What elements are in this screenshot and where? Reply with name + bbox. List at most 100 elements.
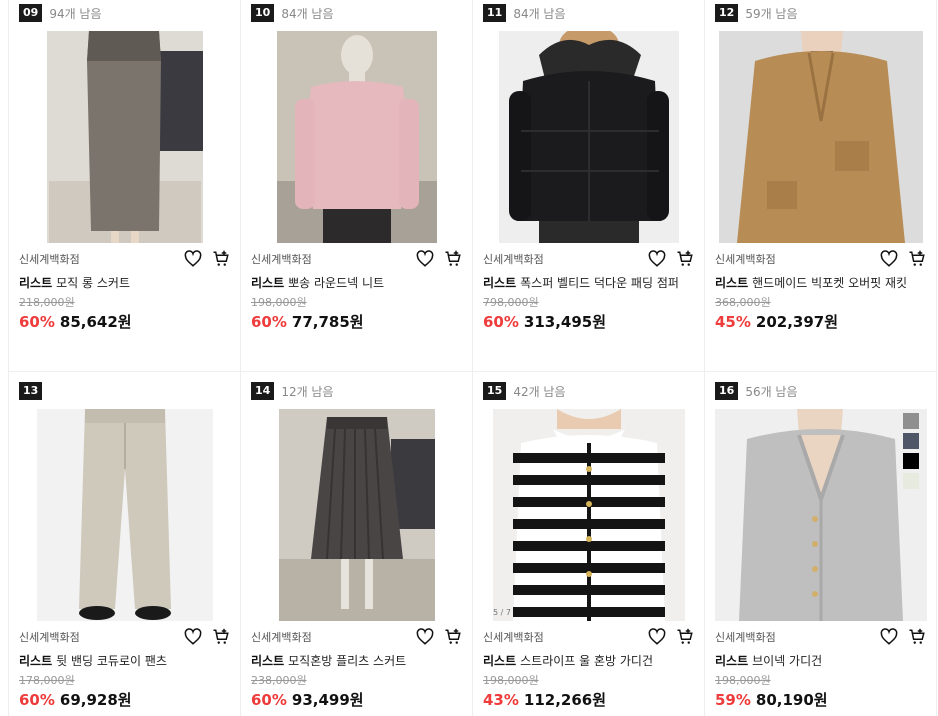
- price-line: 60% 85,642원: [19, 311, 230, 332]
- rank-badge: 12: [715, 4, 739, 22]
- stock-left: 42개 남음: [513, 384, 566, 399]
- product-title[interactable]: 리스트 핸드메이드 빅포켓 오버핏 재킷: [715, 275, 926, 291]
- cart-icon[interactable]: [908, 250, 926, 268]
- heart-icon[interactable]: [416, 628, 434, 646]
- product-grid: 09 94개 남음 신세계백화점 리스트 모직 롱 스커트 218,000원 6…: [8, 0, 938, 716]
- heart-icon[interactable]: [184, 628, 202, 646]
- store-name: 신세계백화점: [19, 631, 80, 644]
- color-swatch-ivory[interactable]: [903, 473, 919, 489]
- discount-rate: 60%: [483, 313, 519, 331]
- cart-icon[interactable]: [444, 250, 462, 268]
- product-name: 핸드메이드 빅포켓 오버핏 재킷: [752, 276, 908, 290]
- original-price: 218,000원: [19, 296, 75, 309]
- cart-icon[interactable]: [212, 628, 230, 646]
- discount-rate: 60%: [19, 313, 55, 331]
- rank-line: 16 56개 남음: [715, 379, 926, 403]
- brand-name: 리스트: [251, 654, 285, 668]
- stock-left: 84개 남음: [281, 6, 334, 21]
- rank-badge: 15: [483, 382, 507, 400]
- discount-rate: 43%: [483, 691, 519, 709]
- heart-icon[interactable]: [416, 250, 434, 268]
- rank-line: 15 42개 남음: [483, 379, 694, 403]
- original-price: 368,000원: [715, 296, 771, 309]
- product-name: 뒷 밴딩 코듀로이 팬츠: [56, 654, 167, 668]
- brand-name: 리스트: [483, 276, 517, 290]
- rank-line: 09 94개 남음: [19, 1, 230, 25]
- product-image[interactable]: [251, 409, 463, 621]
- sale-price: 80,190원: [755, 691, 828, 709]
- rank-badge: 09: [19, 4, 43, 22]
- stock-left: 56개 남음: [745, 384, 798, 399]
- product-title[interactable]: 리스트 모직혼방 플리츠 스커트: [251, 653, 462, 669]
- heart-icon[interactable]: [880, 628, 898, 646]
- product-title[interactable]: 리스트 스트라이프 울 혼방 가디건: [483, 653, 694, 669]
- product-card[interactable]: 14 12개 남음 신세계백화점 리스트 모직혼방 플리츠 스커트 238,00…: [241, 372, 473, 716]
- original-price: 178,000원: [19, 674, 75, 687]
- price-line: 60% 77,785원: [251, 311, 462, 332]
- image-counter: 5 / 7: [493, 608, 511, 617]
- cart-icon[interactable]: [676, 628, 694, 646]
- product-name: 뽀송 라운드넥 니트: [288, 276, 385, 290]
- sale-price: 112,266원: [523, 691, 607, 709]
- product-name: 스트라이프 울 혼방 가디건: [520, 654, 654, 668]
- product-card[interactable]: 09 94개 남음 신세계백화점 리스트 모직 롱 스커트 218,000원 6…: [9, 0, 241, 372]
- color-swatch-grey[interactable]: [903, 413, 919, 429]
- brand-name: 리스트: [19, 276, 53, 290]
- heart-icon[interactable]: [184, 250, 202, 268]
- sale-price: 313,495원: [523, 313, 607, 331]
- product-card[interactable]: 13 신세계백화점 리스트 뒷 밴딩 코듀로이 팬츠 178,000원 60% 69…: [9, 372, 241, 716]
- product-title[interactable]: 리스트 폭스퍼 벨티드 덕다운 패딩 점퍼: [483, 275, 694, 291]
- product-card[interactable]: 15 42개 남음 5 / 7 신세계백화점 리스트 스트라이프 울 혼방 가디…: [473, 372, 705, 716]
- product-name: 모직 롱 스커트: [56, 276, 130, 290]
- product-title[interactable]: 리스트 모직 롱 스커트: [19, 275, 230, 291]
- color-swatch-black[interactable]: [903, 453, 919, 469]
- product-image[interactable]: [19, 409, 231, 621]
- product-image[interactable]: 5 / 7: [483, 409, 695, 621]
- rank-badge: 13: [19, 382, 43, 400]
- brand-name: 리스트: [715, 654, 749, 668]
- store-name: 신세계백화점: [483, 631, 544, 644]
- product-image[interactable]: [483, 31, 695, 243]
- product-card[interactable]: 16 56개 남음 신세계백화점 리스트 브이넥 가디건 198,000원 59…: [705, 372, 937, 716]
- store-name: 신세계백화점: [483, 253, 544, 266]
- product-name: 브이넥 가디건: [752, 654, 823, 668]
- brand-name: 리스트: [19, 654, 53, 668]
- brand-name: 리스트: [715, 276, 749, 290]
- discount-rate: 60%: [251, 691, 287, 709]
- cart-icon[interactable]: [212, 250, 230, 268]
- sale-price: 69,928원: [59, 691, 132, 709]
- stock-left: 84개 남음: [513, 6, 566, 21]
- original-price: 798,000원: [483, 296, 539, 309]
- heart-icon[interactable]: [648, 628, 666, 646]
- product-image[interactable]: [251, 31, 463, 243]
- product-card[interactable]: 10 84개 남음 신세계백화점 리스트 뽀송 라운드넥 니트 198,000원…: [241, 0, 473, 372]
- stock-left: 12개 남음: [281, 384, 334, 399]
- stock-left: 59개 남음: [745, 6, 798, 21]
- store-name: 신세계백화점: [19, 253, 80, 266]
- brand-name: 리스트: [483, 654, 517, 668]
- heart-icon[interactable]: [648, 250, 666, 268]
- store-name: 신세계백화점: [251, 253, 312, 266]
- stock-left: 94개 남음: [49, 6, 102, 21]
- cart-icon[interactable]: [444, 628, 462, 646]
- color-swatch-navy[interactable]: [903, 433, 919, 449]
- cart-icon[interactable]: [908, 628, 926, 646]
- discount-rate: 60%: [19, 691, 55, 709]
- product-card[interactable]: 12 59개 남음 신세계백화점 리스트 핸드메이드 빅포켓 오버핏 재킷 36…: [705, 0, 937, 372]
- rank-badge: 14: [251, 382, 275, 400]
- rank-line: 13: [19, 379, 230, 403]
- product-title[interactable]: 리스트 브이넥 가디건: [715, 653, 926, 669]
- product-title[interactable]: 리스트 뒷 밴딩 코듀로이 팬츠: [19, 653, 230, 669]
- product-image[interactable]: [715, 409, 927, 621]
- product-name: 폭스퍼 벨티드 덕다운 패딩 점퍼: [520, 276, 679, 290]
- sale-price: 85,642원: [59, 313, 132, 331]
- heart-icon[interactable]: [880, 250, 898, 268]
- product-title[interactable]: 리스트 뽀송 라운드넥 니트: [251, 275, 462, 291]
- rank-line: 11 84개 남음: [483, 1, 694, 25]
- cart-icon[interactable]: [676, 250, 694, 268]
- product-image[interactable]: [19, 31, 231, 243]
- product-card[interactable]: 11 84개 남음 신세계백화점 리스트 폭스퍼 벨티드 덕다운 패딩 점퍼 7…: [473, 0, 705, 372]
- price-line: 60% 93,499원: [251, 689, 462, 710]
- product-image[interactable]: [715, 31, 927, 243]
- original-price: 198,000원: [251, 296, 307, 309]
